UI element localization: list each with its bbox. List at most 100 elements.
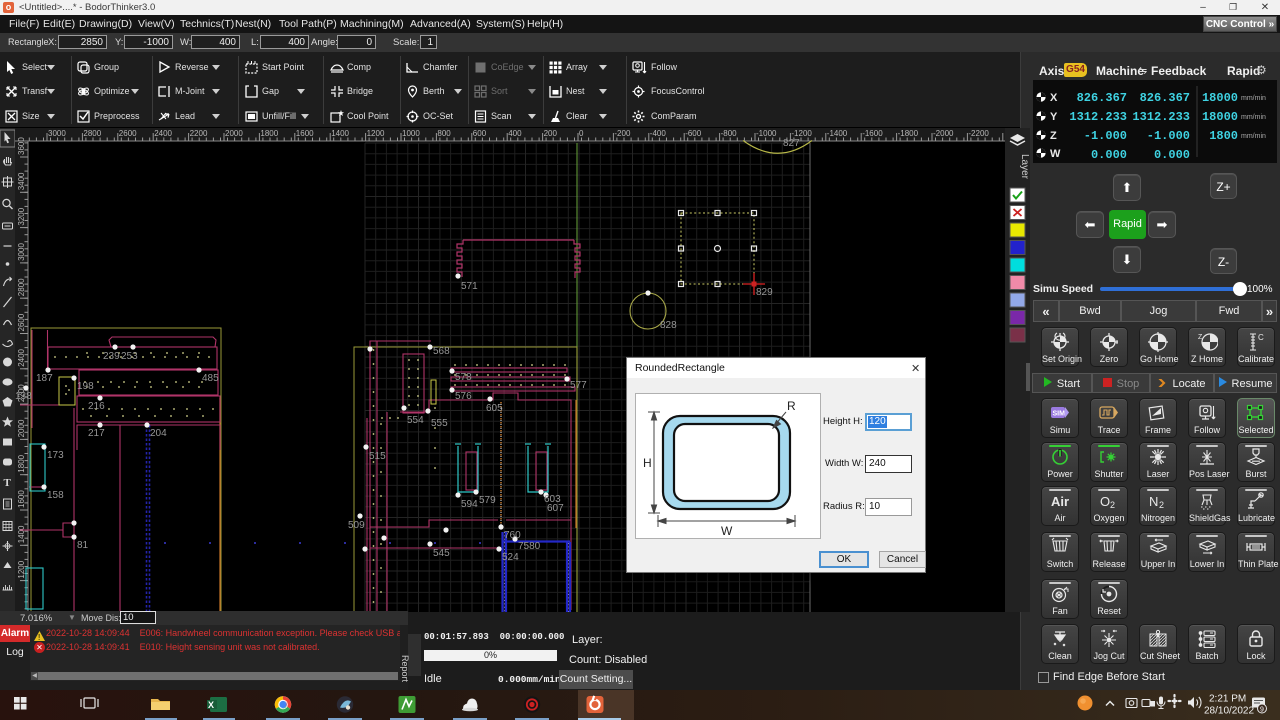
svg-text:-1.000: -1.000 xyxy=(1147,129,1190,143)
svg-text:-1200: -1200 xyxy=(791,129,812,138)
svg-text:138: 138 xyxy=(15,391,32,402)
svg-text:-1800: -1800 xyxy=(898,129,919,138)
svg-text:2800: 2800 xyxy=(17,278,26,296)
svg-text:X: X xyxy=(208,700,214,710)
svg-text:-400: -400 xyxy=(650,129,667,138)
svg-text:H: H xyxy=(643,456,652,470)
svg-text:R: R xyxy=(787,399,796,413)
svg-text:204: 204 xyxy=(150,428,167,439)
svg-text:554: 554 xyxy=(407,415,424,426)
svg-text:-600: -600 xyxy=(685,129,702,138)
svg-text:2000: 2000 xyxy=(17,419,26,437)
svg-text:198: 198 xyxy=(77,381,94,392)
svg-text:mm/min: mm/min xyxy=(1241,114,1266,121)
svg-text:28/10/2022: 28/10/2022 xyxy=(1204,706,1254,717)
svg-text:524: 524 xyxy=(502,552,519,563)
svg-text:545: 545 xyxy=(433,548,450,559)
svg-text:400: 400 xyxy=(508,129,522,138)
svg-text:T: T xyxy=(4,477,12,489)
svg-text:9: 9 xyxy=(1260,707,1264,714)
svg-text:W: W xyxy=(721,524,733,538)
svg-text:2400: 2400 xyxy=(154,129,172,138)
svg-text:826.367: 826.367 xyxy=(1077,91,1127,105)
svg-text:2000: 2000 xyxy=(225,129,243,138)
svg-text:18000: 18000 xyxy=(1202,91,1238,105)
svg-text:600: 600 xyxy=(473,129,487,138)
svg-text:1400: 1400 xyxy=(331,129,349,138)
svg-text:Air: Air xyxy=(1051,494,1069,509)
svg-text:605: 605 xyxy=(486,403,503,414)
svg-text:3000: 3000 xyxy=(17,243,26,261)
svg-text:2800: 2800 xyxy=(83,129,101,138)
svg-text:515: 515 xyxy=(369,451,386,462)
svg-text:2: 2 xyxy=(1110,500,1115,510)
svg-text:X: X xyxy=(1050,92,1058,104)
svg-text:1600: 1600 xyxy=(296,129,314,138)
svg-text:mm/min: mm/min xyxy=(1241,95,1266,102)
svg-text:1200: 1200 xyxy=(367,129,385,138)
svg-text:2600: 2600 xyxy=(119,129,137,138)
svg-text:N: N xyxy=(1149,494,1158,509)
svg-text:568: 568 xyxy=(433,346,450,357)
svg-text:594: 594 xyxy=(461,499,478,510)
svg-text:579: 579 xyxy=(479,495,496,506)
svg-text:1400: 1400 xyxy=(17,525,26,543)
svg-text:1600: 1600 xyxy=(17,490,26,508)
svg-text:-1.000: -1.000 xyxy=(1084,129,1127,143)
svg-text:C: C xyxy=(1258,333,1264,342)
svg-text:200: 200 xyxy=(544,129,558,138)
svg-text:173: 173 xyxy=(47,450,64,461)
svg-text:509: 509 xyxy=(348,520,365,531)
svg-text:Y: Y xyxy=(1050,111,1058,123)
svg-text:216: 216 xyxy=(88,401,105,412)
svg-text:828: 828 xyxy=(660,320,677,331)
svg-text:1800: 1800 xyxy=(260,129,278,138)
svg-text:555: 555 xyxy=(431,418,448,429)
svg-text:mm/min: mm/min xyxy=(1241,133,1266,140)
svg-text:18000: 18000 xyxy=(1202,110,1238,124)
svg-text:3400: 3400 xyxy=(17,172,26,190)
svg-text:W: W xyxy=(1050,148,1061,160)
svg-text:760: 760 xyxy=(504,530,521,541)
svg-text:2: 2 xyxy=(1159,500,1164,510)
svg-text:-1000: -1000 xyxy=(756,129,777,138)
svg-text:578: 578 xyxy=(455,372,472,383)
svg-text:0.000: 0.000 xyxy=(1091,148,1127,162)
svg-text:2:21 PM: 2:21 PM xyxy=(1209,694,1246,705)
svg-text:-200: -200 xyxy=(614,129,631,138)
svg-text:0.000: 0.000 xyxy=(1154,148,1190,162)
svg-text:-800: -800 xyxy=(721,129,738,138)
svg-text:571: 571 xyxy=(461,281,478,292)
svg-text:3200: 3200 xyxy=(17,207,26,225)
svg-text:Layer: Layer xyxy=(1019,154,1030,180)
svg-text:3000: 3000 xyxy=(48,129,66,138)
svg-text:607: 607 xyxy=(547,503,564,514)
svg-text:0: 0 xyxy=(579,129,584,138)
svg-text:829: 829 xyxy=(756,287,773,298)
svg-text:3600: 3600 xyxy=(17,137,26,155)
svg-text:576: 576 xyxy=(455,391,472,402)
svg-text:O: O xyxy=(1100,494,1110,509)
svg-text:827: 827 xyxy=(783,138,800,149)
svg-text:1312.233: 1312.233 xyxy=(1132,110,1190,124)
svg-text:!: ! xyxy=(38,633,40,641)
svg-text:1312.233: 1312.233 xyxy=(1069,110,1127,124)
svg-text:2400: 2400 xyxy=(17,348,26,366)
svg-text:253: 253 xyxy=(121,351,138,362)
svg-text:485: 485 xyxy=(202,373,219,384)
svg-text:7580: 7580 xyxy=(518,541,541,552)
svg-text:800: 800 xyxy=(437,129,451,138)
svg-text:-1600: -1600 xyxy=(862,129,883,138)
svg-text:1800: 1800 xyxy=(17,454,26,472)
svg-text:158: 158 xyxy=(47,490,64,501)
svg-text:2200: 2200 xyxy=(190,129,208,138)
svg-text:SIM: SIM xyxy=(1053,411,1066,418)
svg-text:1200: 1200 xyxy=(17,560,26,578)
svg-text:-2000: -2000 xyxy=(933,129,954,138)
svg-text:577: 577 xyxy=(570,380,587,391)
svg-text:826.367: 826.367 xyxy=(1140,91,1190,105)
svg-text:217: 217 xyxy=(88,428,105,439)
svg-text:-2200: -2200 xyxy=(968,129,989,138)
svg-text:-1400: -1400 xyxy=(827,129,848,138)
svg-text:81: 81 xyxy=(77,540,89,551)
